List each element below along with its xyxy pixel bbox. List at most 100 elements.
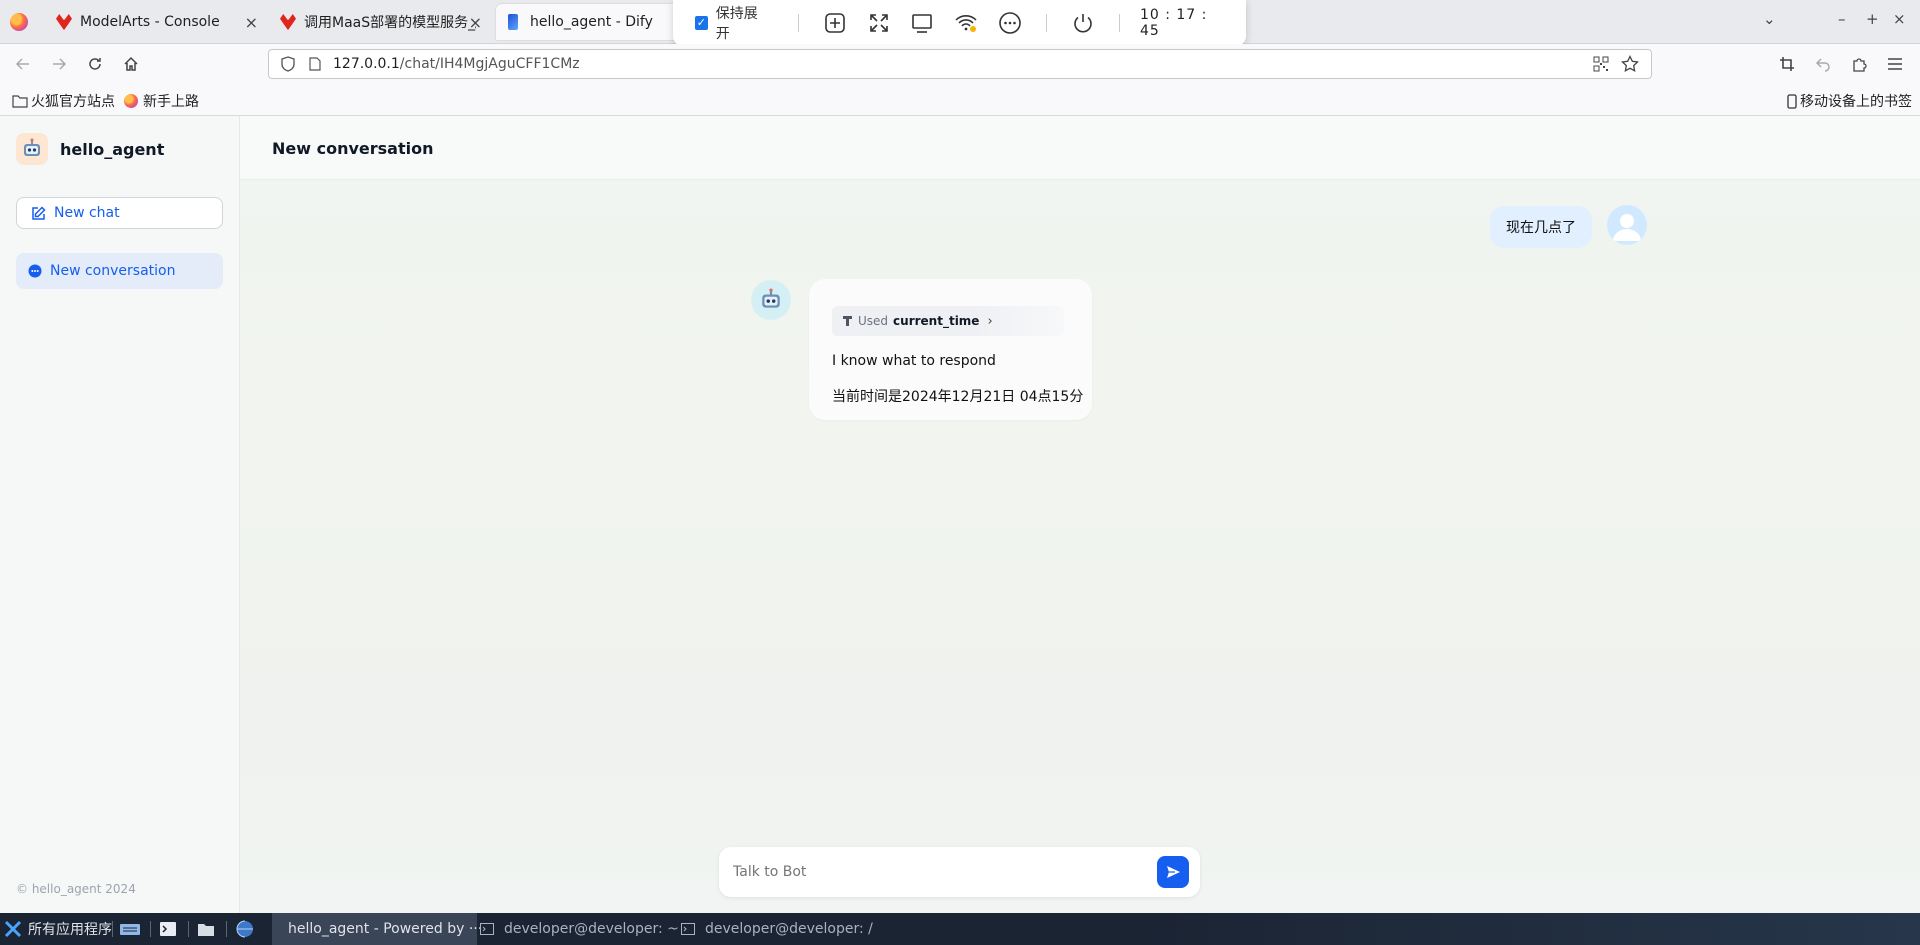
start-logo-icon (4, 920, 22, 938)
hamburger-menu-icon[interactable] (1884, 53, 1906, 75)
assistant-message: Used current_time › I know what to respo… (809, 279, 1092, 420)
taskbar-item-terminal-root[interactable]: developer@developer: / (679, 913, 873, 945)
tab-list-chevron-icon[interactable]: ⌄ (1763, 10, 1776, 28)
new-chat-button[interactable]: New chat (16, 197, 223, 229)
url-text: 127.0.0.1/chat/IH4MgjAguCFF1CMz (333, 56, 580, 72)
terminal-launcher-icon[interactable] (159, 913, 177, 945)
app-name: hello_agent (60, 139, 165, 159)
tab-close-icon[interactable]: × (469, 13, 482, 32)
tool-icon (843, 316, 852, 326)
fullscreen-icon[interactable] (867, 10, 891, 36)
tool-used-prefix: Used (858, 314, 889, 328)
tool-name: current_time (893, 314, 980, 328)
terminal-icon (480, 923, 494, 935)
send-button[interactable] (1157, 856, 1189, 888)
conversation-label: New conversation (50, 263, 176, 279)
home-icon[interactable] (120, 53, 142, 75)
dify-chat-app: hello_agent New chat New conversation © … (0, 116, 1920, 913)
undo-icon[interactable] (1812, 53, 1834, 75)
user-message-text: 现在几点了 (1506, 220, 1576, 236)
browser-launcher-icon[interactable] (235, 913, 255, 945)
new-chat-label: New chat (54, 205, 120, 221)
divider (1119, 14, 1120, 32)
sidebar: hello_agent New chat New conversation © … (0, 116, 240, 913)
wifi-icon[interactable] (954, 10, 978, 36)
tool-call-indicator[interactable]: Used current_time › (832, 306, 1064, 336)
bot-avatar-icon (751, 280, 791, 320)
reload-icon[interactable] (84, 53, 106, 75)
divider (112, 921, 113, 937)
app-brand: hello_agent (16, 133, 164, 165)
huawei-icon (280, 14, 296, 30)
chevron-right-icon: › (987, 313, 993, 329)
bookmark-getting-started[interactable]: 新手上路 (124, 91, 199, 111)
page-icon (309, 57, 321, 71)
mobile-device-icon (1787, 93, 1797, 109)
start-menu-button[interactable]: 所有应用程序 (3, 913, 112, 945)
maximize-icon[interactable]: + (1866, 10, 1879, 28)
divider (150, 921, 151, 937)
divider (798, 14, 800, 32)
tab-close-icon[interactable]: × (245, 13, 258, 32)
taskbar-item-label: developer@developer: / (705, 921, 873, 937)
tab-title: hello_agent - Dify (530, 14, 653, 30)
mobile-bookmarks-label: 移动设备上的书签 (1800, 94, 1912, 110)
bookmark-star-icon[interactable] (1621, 55, 1639, 73)
conversation-title: New conversation (272, 139, 434, 158)
add-window-icon[interactable] (823, 10, 847, 36)
tab-modelarts[interactable]: ModelArts - Console × (44, 4, 266, 40)
chat-bubble-icon (28, 264, 42, 278)
minimize-icon[interactable]: – (1838, 10, 1846, 28)
bookmarks-bar: 火狐官方站点 新手上路 移动设备上的书签 (0, 84, 1920, 116)
divider (188, 921, 189, 937)
copyright: © hello_agent 2024 (16, 882, 136, 896)
user-avatar-icon (1607, 205, 1647, 245)
forward-icon[interactable] (48, 53, 70, 75)
taskbar-item-label: developer@developer: ~ (504, 921, 679, 937)
tab-hello-agent[interactable]: hello_agent - Dify (496, 4, 696, 40)
robot-avatar-icon (16, 133, 48, 165)
monitor-icon[interactable] (911, 10, 935, 36)
browser-nav-bar: 127.0.0.1/chat/IH4MgjAguCFF1CMz (0, 44, 1920, 84)
keep-expanded-checkbox[interactable]: ✓ (695, 16, 708, 30)
terminal-icon (681, 923, 695, 935)
browser-tab-bar: ModelArts - Console × 调用MaaS部署的模型服务_/ × … (0, 0, 1920, 46)
chat-input[interactable] (733, 861, 1133, 883)
chat-header: New conversation (240, 116, 1920, 180)
user-message: 现在几点了 (1490, 206, 1592, 248)
dify-icon (508, 14, 518, 30)
back-icon[interactable] (12, 53, 34, 75)
bookmark-label: 火狐官方站点 (31, 94, 115, 110)
chat-input-box (719, 847, 1200, 897)
conversation-item[interactable]: New conversation (16, 253, 223, 289)
more-icon[interactable] (998, 10, 1022, 36)
taskbar-item-terminal-home[interactable]: developer@developer: ~ (478, 913, 679, 945)
mobile-bookmarks[interactable]: 移动设备上的书签 (1787, 91, 1912, 111)
chat-main: New conversation 现在几点了 Used current_time… (240, 116, 1920, 913)
extensions-icon[interactable] (1848, 53, 1870, 75)
bookmark-label: 新手上路 (143, 94, 199, 110)
close-window-icon[interactable]: × (1893, 10, 1906, 28)
address-bar[interactable]: 127.0.0.1/chat/IH4MgjAguCFF1CMz (268, 49, 1652, 79)
divider (1046, 14, 1048, 32)
keep-expanded-label: 保持展开 (715, 6, 758, 42)
firefox-menu-icon[interactable] (10, 13, 28, 31)
bookmark-firefox-site[interactable]: 火狐官方站点 (12, 91, 115, 111)
session-clock: 10 : 17 : 45 (1139, 7, 1208, 39)
tab-title: 调用MaaS部署的模型服务_/ (304, 15, 476, 31)
shield-icon[interactable] (281, 56, 295, 72)
power-icon[interactable] (1071, 10, 1095, 36)
screenshot-crop-icon[interactable] (1776, 53, 1798, 75)
taskbar-item-label: hello_agent - Powered by ··· (288, 921, 483, 937)
file-manager-icon[interactable] (197, 913, 215, 945)
divider (226, 921, 227, 937)
start-label: 所有应用程序 (28, 922, 112, 938)
folder-icon (12, 95, 28, 108)
qr-code-icon[interactable] (1593, 56, 1609, 72)
assistant-text-line: 当前时间是2024年12月21日 04点15分 (832, 389, 1084, 405)
tab-maas[interactable]: 调用MaaS部署的模型服务_/ × (268, 4, 490, 40)
os-taskbar: 所有应用程序 hello_agent - Powered by ··· deve… (0, 913, 1920, 945)
taskbar-item-browser[interactable]: hello_agent - Powered by ··· (272, 913, 482, 945)
assistant-text-line: I know what to respond (832, 353, 996, 369)
keyboard-icon[interactable] (119, 913, 141, 945)
